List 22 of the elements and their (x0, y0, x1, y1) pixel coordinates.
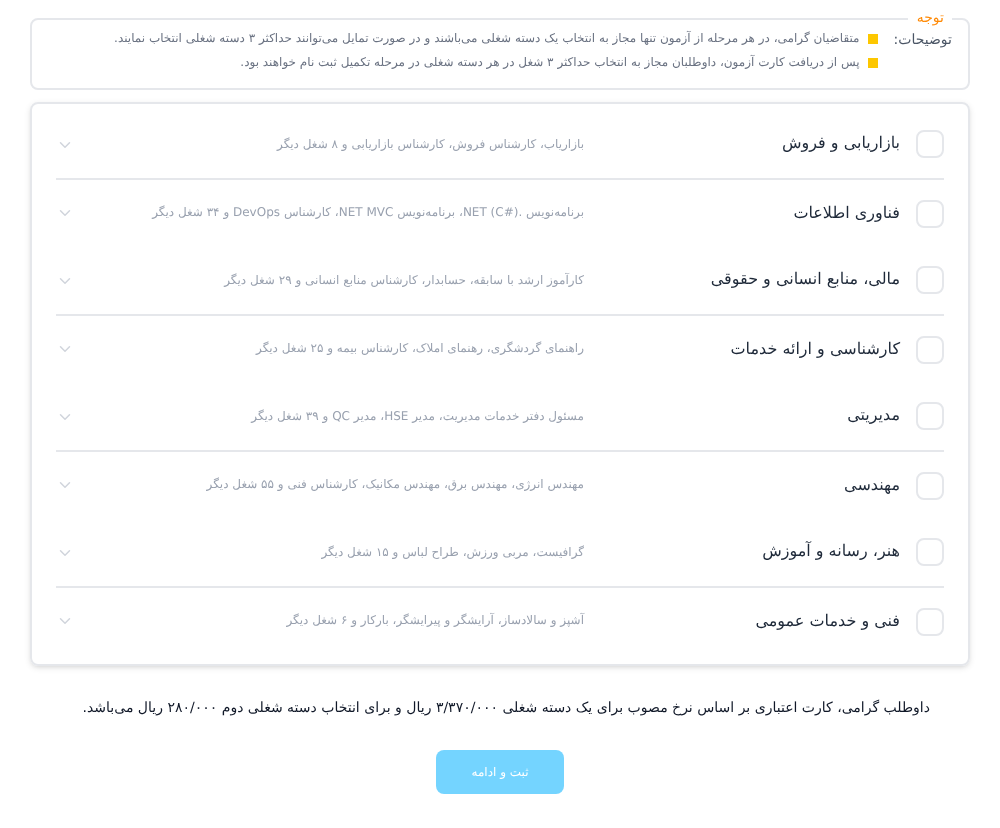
category-title: کارشناسی و ارائه خدمات (728, 337, 900, 361)
category-checkbox[interactable] (916, 402, 944, 430)
category-checkbox[interactable] (916, 130, 944, 158)
bullet-icon (867, 57, 878, 67)
category-title: فنی و خدمات عمومی (753, 609, 900, 633)
category-title: بازاریابی و فروش (780, 132, 900, 156)
chevron-down-icon[interactable] (56, 476, 74, 494)
category-checkbox[interactable] (916, 607, 944, 635)
category-checkbox[interactable] (916, 471, 944, 499)
category-checkbox[interactable] (916, 538, 944, 566)
chevron-down-icon[interactable] (56, 340, 74, 358)
category-title: هنر، رسانه و آموزش (760, 540, 900, 564)
chevron-down-icon[interactable] (56, 612, 74, 630)
category-title: فناوری اطلاعات (791, 201, 900, 225)
bullet-icon (867, 33, 878, 43)
category-checkbox[interactable] (916, 335, 944, 363)
category-title: مهندسی (842, 473, 900, 497)
category-checkbox[interactable] (916, 266, 944, 294)
category-checkbox[interactable] (916, 199, 944, 227)
category-title: مدیریتی (845, 404, 900, 428)
chevron-down-icon[interactable] (56, 204, 74, 222)
category-title: مالی، منابع انسانی و حقوقی (708, 268, 900, 292)
